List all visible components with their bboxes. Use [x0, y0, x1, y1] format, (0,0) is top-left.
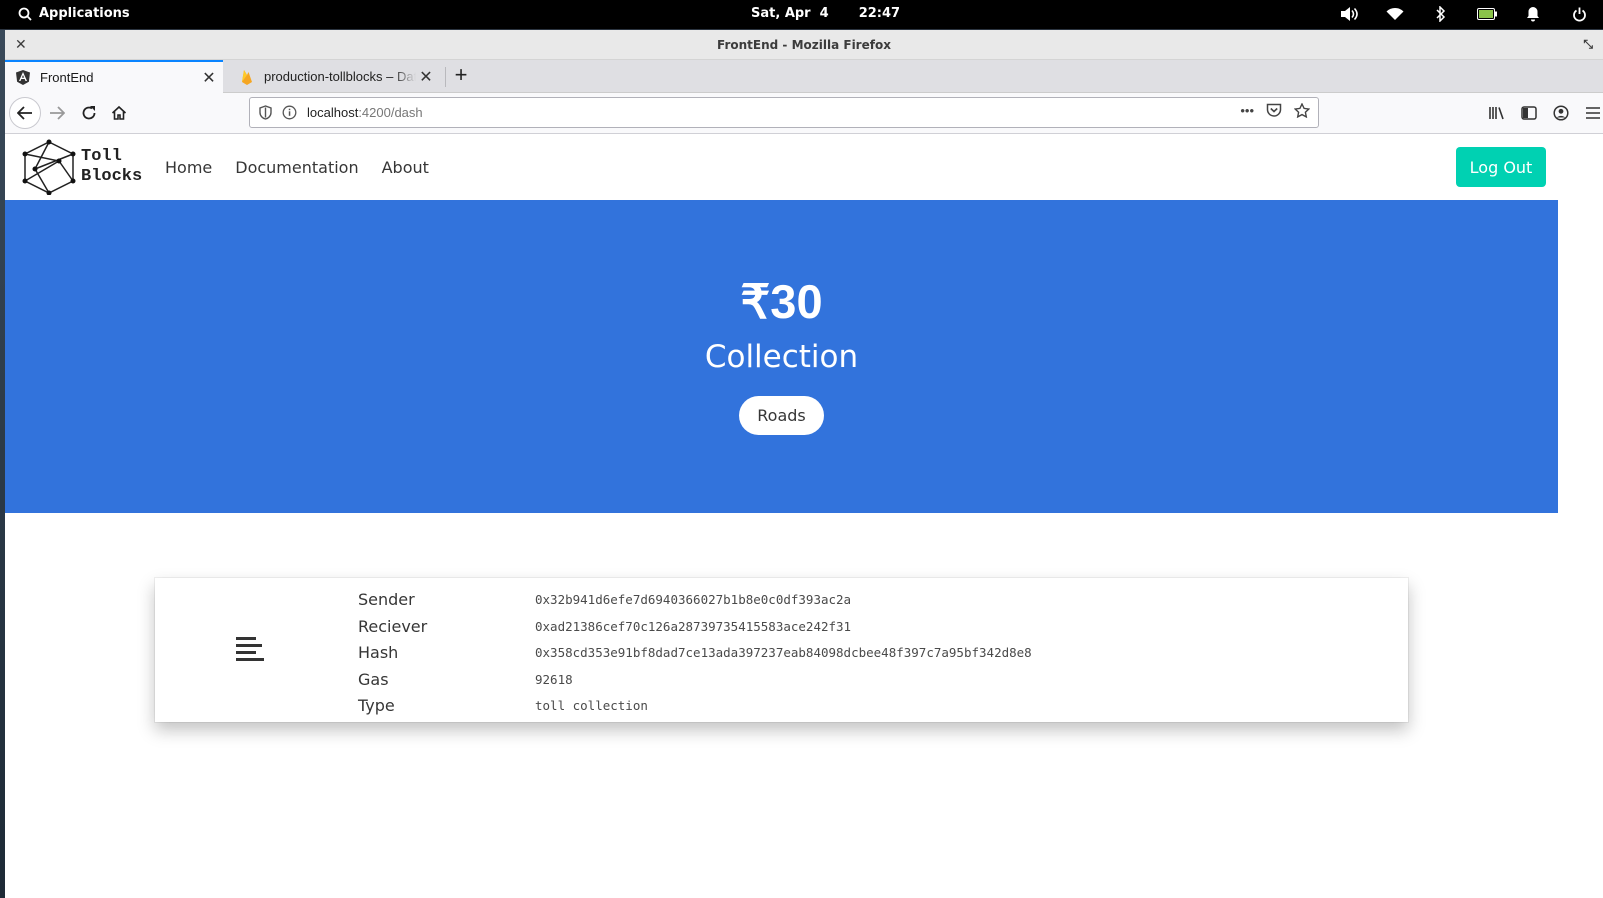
page-actions-icon[interactable]: ••• — [1240, 103, 1254, 121]
receiver-label: Reciever — [358, 616, 428, 636]
system-tray — [1339, 5, 1589, 23]
sender-value: 0x32b941d6efe7d6940366027b1b8e0c0df393ac… — [535, 592, 852, 607]
window-title: FrontEnd - Mozilla Firefox — [717, 38, 891, 52]
bluetooth-icon[interactable] — [1431, 5, 1451, 23]
gas-label: Gas — [358, 669, 389, 689]
tab-frontend[interactable]: FrontEnd ✕ — [5, 60, 223, 93]
window-titlebar: ✕ FrontEnd - Mozilla Firefox ⤡ — [5, 30, 1603, 60]
bookmark-star-icon[interactable] — [1293, 102, 1311, 121]
tab-close-icon[interactable]: ✕ — [416, 67, 436, 87]
align-left-icon — [236, 637, 264, 661]
angular-icon — [15, 70, 31, 86]
nav-home[interactable]: Home — [165, 158, 212, 177]
url-host: localhost — [307, 105, 359, 120]
tracking-protection-icon[interactable] — [253, 105, 277, 120]
nav-documentation[interactable]: Documentation — [235, 158, 358, 177]
site-menu: Home Documentation About — [165, 158, 429, 177]
unmaximize-icon[interactable]: ⤡ — [1583, 37, 1593, 52]
hash-label: Hash — [358, 643, 399, 662]
pocket-icon[interactable] — [1266, 103, 1282, 121]
firebase-icon — [239, 69, 255, 85]
url-path: :4200/dash — [358, 105, 423, 120]
date-label: Sat, Apr 4 — [751, 6, 829, 21]
logo-line-2: Blocks — [81, 167, 143, 186]
account-icon[interactable] — [1551, 99, 1571, 127]
collection-amount: ₹30 — [740, 275, 823, 328]
web-page: Toll Blocks Home Documentation About Log… — [5, 135, 1603, 898]
transaction-card: Sender Reciever Hash Gas Type 0x32b941d6… — [155, 578, 1408, 722]
type-label: Type — [358, 696, 395, 715]
clock[interactable]: Sat, Apr 4 22:47 — [751, 6, 900, 21]
url-actions: ••• — [1240, 102, 1311, 121]
network-cube-icon — [22, 139, 76, 195]
site-navbar: Toll Blocks Home Documentation About Log… — [5, 135, 1603, 200]
url-bar[interactable]: localhost:4200/dash ••• — [249, 97, 1319, 128]
library-icon[interactable] — [1487, 99, 1507, 127]
logo-text: Toll Blocks — [81, 147, 142, 187]
tollblocks-logo[interactable]: Toll Blocks — [21, 139, 142, 195]
tab-label: production-tollblocks – Datab — [264, 69, 416, 84]
search-icon — [18, 7, 32, 21]
system-top-bar: Applications Sat, Apr 4 22:47 — [0, 0, 1603, 29]
tab-close-icon[interactable]: ✕ — [199, 68, 219, 88]
notifications-icon[interactable] — [1523, 5, 1543, 23]
collection-hero: ₹30 Collection Roads — [5, 200, 1558, 513]
sidebar-icon[interactable] — [1519, 99, 1539, 127]
tab-production-tollblocks[interactable]: production-tollblocks – Datab ✕ — [229, 60, 440, 93]
roads-button[interactable]: Roads — [739, 396, 824, 435]
new-tab-icon[interactable]: + — [450, 64, 472, 88]
applications-menu[interactable]: Applications — [18, 6, 130, 21]
type-value: toll collection — [535, 698, 648, 713]
applications-label: Applications — [39, 6, 130, 21]
sender-label: Sender — [358, 590, 415, 609]
back-icon[interactable] — [9, 97, 41, 129]
power-icon[interactable] — [1569, 5, 1589, 23]
volume-icon[interactable] — [1339, 5, 1359, 23]
collection-subtitle: Collection — [704, 339, 859, 375]
toolbar-right — [1487, 99, 1603, 127]
hamburger-menu-icon[interactable] — [1583, 99, 1603, 127]
tab-strip: FrontEnd ✕ production-tollblocks – Datab… — [5, 60, 1603, 93]
transaction-values: 0x32b941d6efe7d6940366027b1b8e0c0df393ac… — [535, 587, 1032, 720]
receiver-value: 0xad21386cef70c126a28739735415583ace242f… — [535, 618, 852, 634]
nav-about[interactable]: About — [382, 158, 429, 177]
logout-button[interactable]: Log Out — [1456, 147, 1546, 187]
forward-icon[interactable] — [43, 99, 71, 127]
site-info-icon[interactable] — [277, 105, 301, 120]
home-icon[interactable] — [105, 99, 133, 127]
navigation-toolbar: localhost:4200/dash ••• — [5, 93, 1603, 134]
wifi-icon[interactable] — [1385, 5, 1405, 23]
logo-line-1: Toll — [81, 147, 122, 166]
transaction-labels: Sender Reciever Hash Gas Type — [358, 587, 427, 720]
hash-value: 0x358cd353e91bf8dad7ce13ada397237eab8409… — [535, 645, 1032, 660]
tab-separator — [445, 67, 446, 87]
tab-label: FrontEnd — [40, 70, 94, 85]
time-label: 22:47 — [858, 6, 901, 21]
battery-icon[interactable] — [1477, 5, 1497, 23]
gas-value: 92618 — [535, 671, 573, 687]
reload-icon[interactable] — [75, 99, 103, 127]
firefox-window: ✕ FrontEnd - Mozilla Firefox ⤡ FrontEnd … — [5, 30, 1603, 898]
